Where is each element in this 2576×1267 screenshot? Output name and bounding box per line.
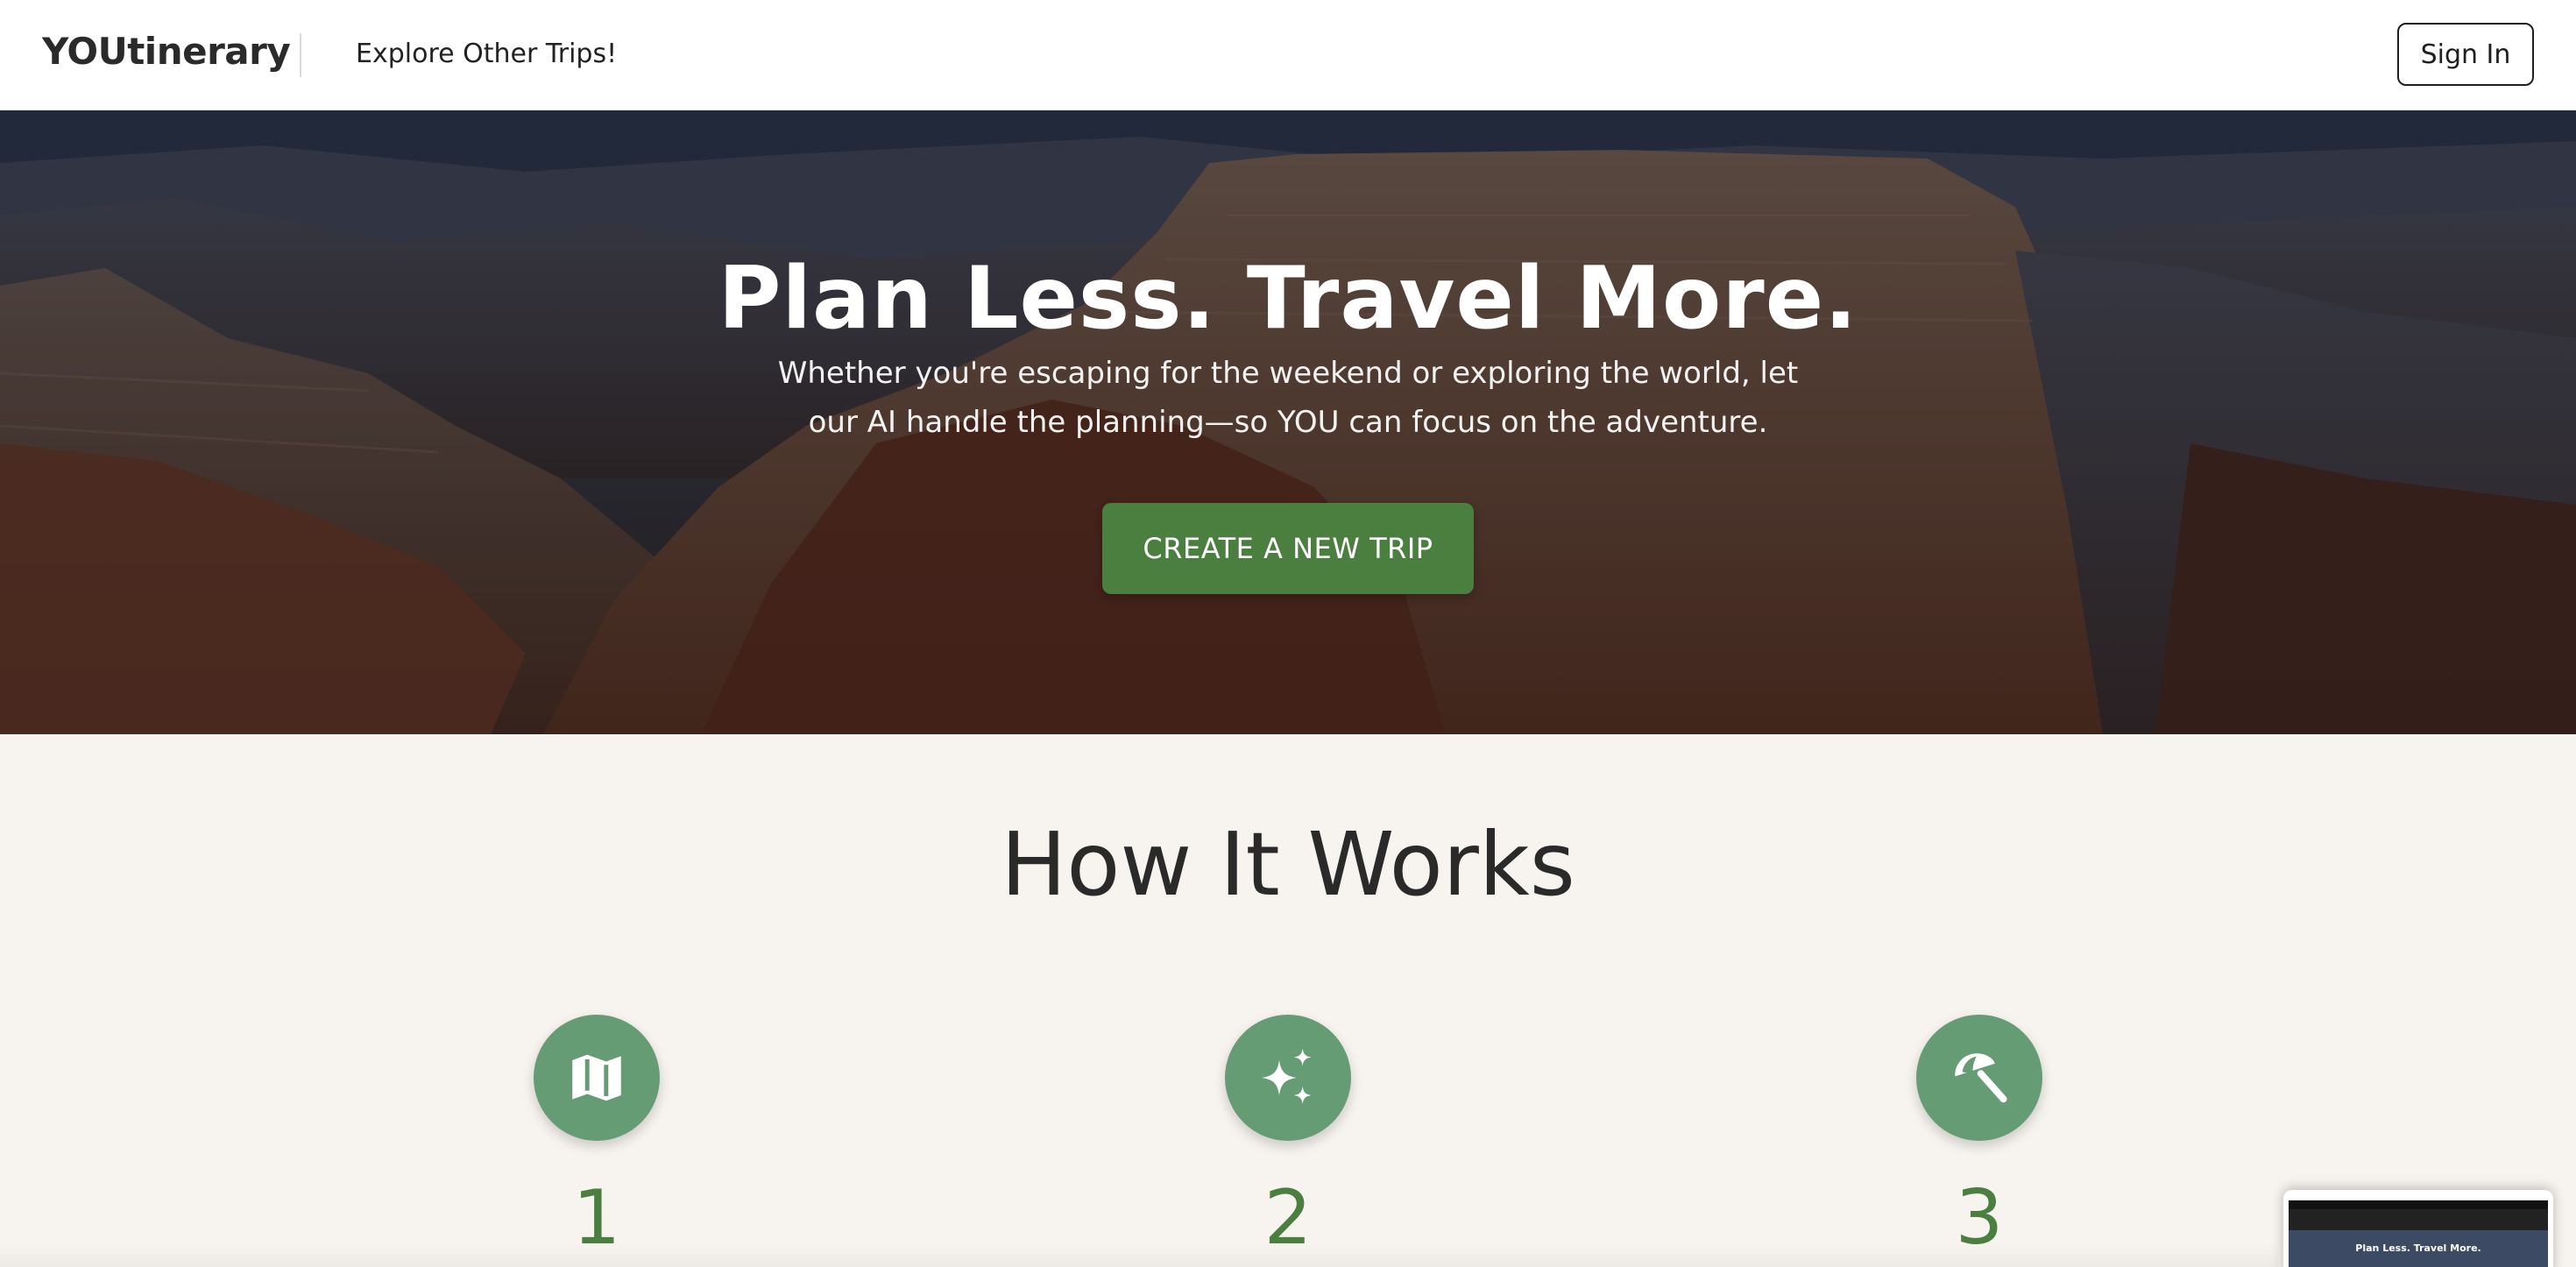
hero-title: Plan Less. Travel More. bbox=[718, 249, 1858, 349]
hero-subtitle: Whether you're escaping for the weekend … bbox=[777, 356, 1799, 440]
step-3-icon-circle bbox=[1916, 1015, 2042, 1141]
create-new-trip-button[interactable]: CREATE A NEW TRIP bbox=[1102, 503, 1474, 594]
preview-toolbar bbox=[2289, 1200, 2548, 1209]
explore-trips-link[interactable]: Explore Other Trips! bbox=[356, 39, 617, 69]
step-1-icon-circle bbox=[534, 1015, 660, 1141]
hero-section: Plan Less. Travel More. Whether you're e… bbox=[0, 110, 2576, 734]
nav-divider bbox=[300, 33, 301, 77]
brand-logo[interactable]: YOUtinerary bbox=[42, 30, 291, 73]
preview-screen: Plan Less. Travel More. bbox=[2289, 1200, 2548, 1267]
top-nav-bar: YOUtinerary Explore Other Trips! Sign In bbox=[0, 0, 2576, 110]
bottom-fade bbox=[0, 1244, 2278, 1267]
map-icon bbox=[572, 1054, 621, 1101]
sign-in-button[interactable]: Sign In bbox=[2397, 23, 2534, 86]
sparkles-icon bbox=[1262, 1048, 1312, 1104]
beach-umbrella-icon bbox=[1955, 1053, 2007, 1103]
step-2-icon-circle bbox=[1225, 1015, 1351, 1141]
how-it-works-title: How It Works bbox=[1001, 813, 1575, 916]
preview-hero-title: Plan Less. Travel More. bbox=[2355, 1242, 2481, 1254]
page-preview-thumbnail[interactable]: Plan Less. Travel More. bbox=[2283, 1190, 2553, 1267]
